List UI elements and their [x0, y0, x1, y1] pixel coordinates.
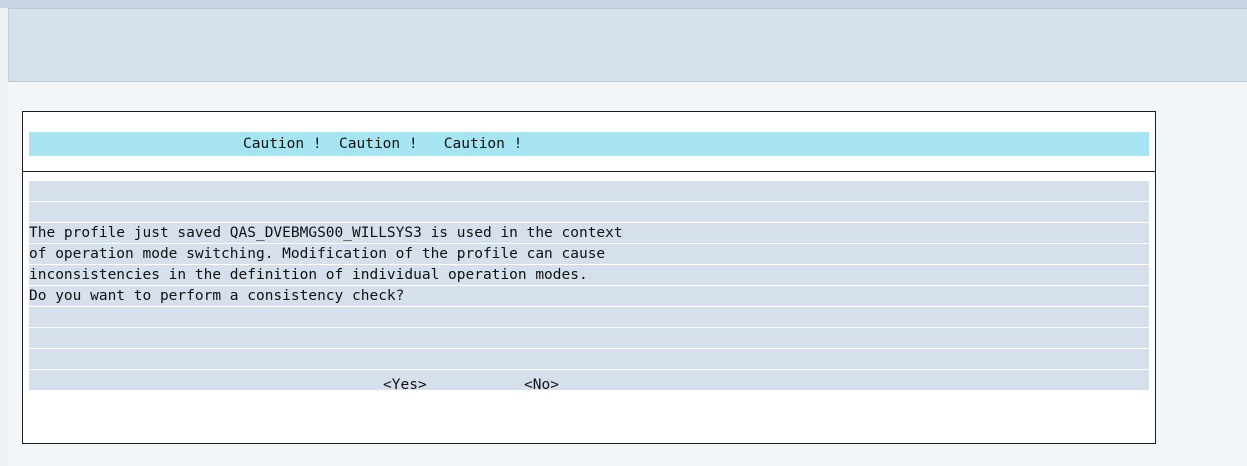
message-row: Do you want to perform a consistency che… — [29, 285, 1149, 306]
dialog-title-bar: Caution ! Caution ! Caution ! — [29, 132, 1149, 156]
message-line-2: of operation mode switching. Modificatio… — [29, 246, 606, 262]
blank-row — [29, 180, 1149, 201]
message-row: of operation mode switching. Modificatio… — [29, 243, 1149, 264]
dialog-buttons: <Yes> <No> — [29, 375, 1149, 396]
blank-row — [29, 306, 1149, 327]
window-top-strip — [0, 0, 1247, 8]
caution-dialog: Caution ! Caution ! Caution ! The profil… — [22, 111, 1156, 444]
message-row: inconsistencies in the definition of ind… — [29, 264, 1149, 285]
window-left-rail — [0, 8, 8, 466]
blank-row — [29, 201, 1149, 222]
toolbar-area — [8, 8, 1247, 82]
blank-row — [29, 348, 1149, 369]
dialog-title: Caution ! Caution ! Caution ! — [243, 136, 523, 152]
message-line-3: inconsistencies in the definition of ind… — [29, 267, 588, 283]
button-row — [29, 327, 1149, 348]
no-button[interactable]: <No> — [524, 375, 559, 396]
yes-button[interactable]: <Yes> — [383, 375, 427, 396]
message-row: The profile just saved QAS_DVEBMGS00_WIL… — [29, 222, 1149, 243]
message-line-1: The profile just saved QAS_DVEBMGS00_WIL… — [29, 225, 623, 241]
message-line-4: Do you want to perform a consistency che… — [29, 288, 405, 304]
